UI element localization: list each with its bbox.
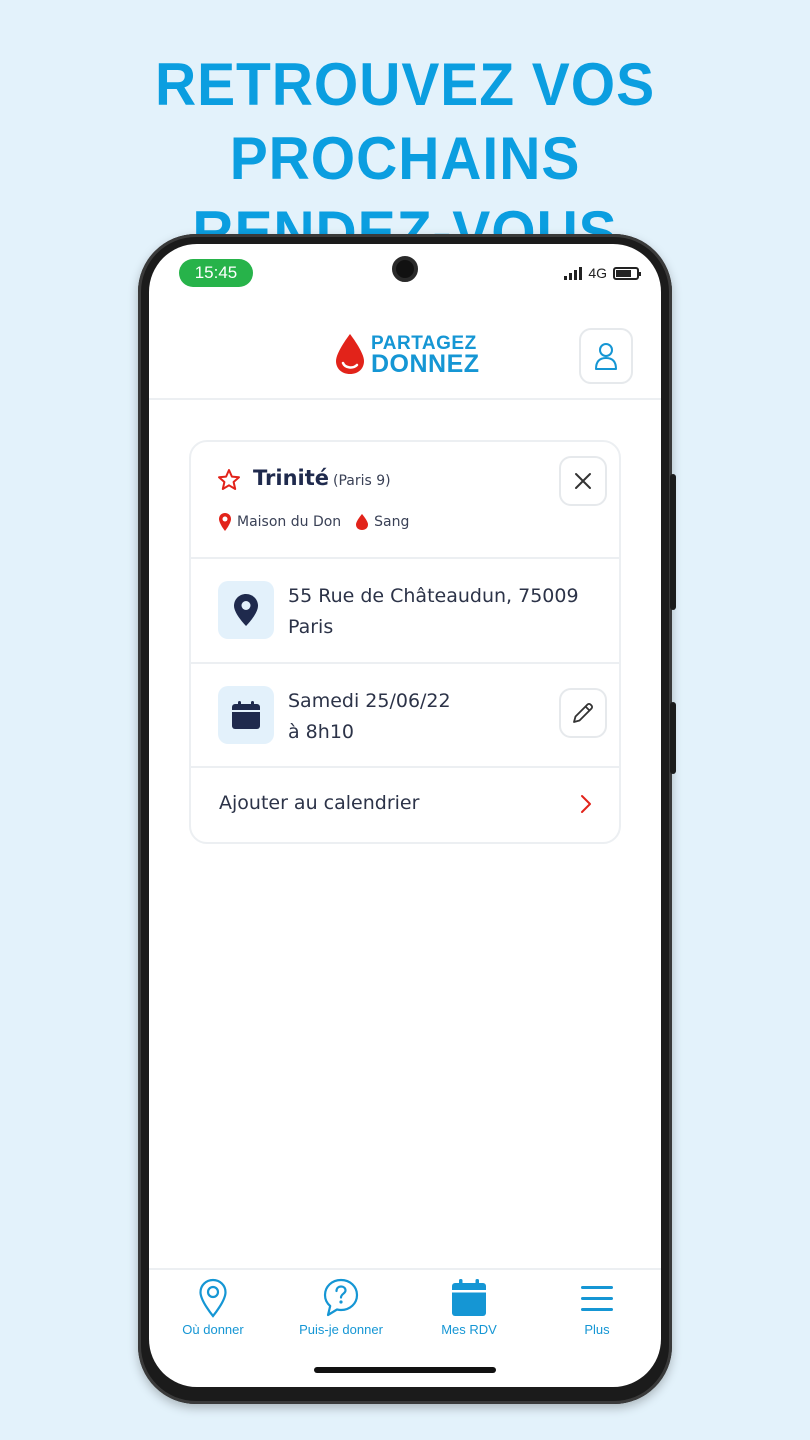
headline-line-1: RETROUVEZ VOS PROCHAINS <box>154 51 656 192</box>
nav-label: Plus <box>584 1322 610 1337</box>
app-header: PARTAGEZ DONNEZ <box>149 310 661 400</box>
date-row: Samedi 25/06/22 à 8h10 <box>191 664 619 768</box>
nav-plus[interactable]: Plus <box>533 1270 661 1368</box>
tag-label: Sang <box>374 514 410 530</box>
nav-ou-donner[interactable]: Où donner <box>149 1270 277 1368</box>
blood-drop-icon <box>356 514 369 530</box>
address-line-1: 55 Rue de Châteaudun, 75009 <box>288 585 579 607</box>
power-button <box>670 702 676 774</box>
phone-screen: 15:45 4G PARTAGEZ DONNEZ Trinité (Paris … <box>149 244 661 1387</box>
network-type: 4G <box>588 265 607 281</box>
nav-label: Puis-je donner <box>299 1322 383 1337</box>
center-tags: Maison du Don Sang <box>218 512 423 532</box>
status-time: 15:45 <box>179 259 253 287</box>
center-name-text: Trinité <box>253 466 330 490</box>
tag-sang: Sang <box>355 513 409 531</box>
close-button[interactable] <box>559 456 607 506</box>
calendar-icon <box>452 1279 486 1316</box>
favorite-star-icon[interactable] <box>217 468 241 492</box>
signal-icon <box>564 266 583 280</box>
nav-label: Mes RDV <box>441 1322 497 1337</box>
date-icon-box <box>218 686 274 744</box>
date-text: Samedi 25/06/22 à 8h10 <box>288 686 588 748</box>
address-text: 55 Rue de Châteaudun, 75009 Paris <box>288 581 588 643</box>
profile-button[interactable] <box>579 328 633 384</box>
phone-frame: 15:45 4G PARTAGEZ DONNEZ Trinité (Paris … <box>138 234 676 1404</box>
status-icons: 4G <box>564 262 641 284</box>
address-line-2: Paris <box>288 616 334 638</box>
address-icon-box <box>218 581 274 639</box>
map-pin-icon <box>219 513 231 531</box>
pencil-icon <box>573 703 593 723</box>
location-icon <box>199 1278 227 1318</box>
bottom-navigation: Où donner Puis-je donner Mes RDV Plus <box>149 1268 661 1368</box>
question-bubble-icon <box>323 1278 359 1317</box>
tag-maison-du-don: Maison du Don <box>218 512 341 532</box>
blood-drop-logo-icon <box>336 334 364 374</box>
user-icon <box>595 343 617 370</box>
center-district: (Paris 9) <box>333 473 391 489</box>
location-pin-icon <box>234 594 258 626</box>
calendar-icon <box>232 701 260 729</box>
add-to-calendar-label: Ajouter au calendrier <box>219 792 420 814</box>
add-to-calendar-row[interactable]: Ajouter au calendrier <box>191 768 619 844</box>
tag-label: Maison du Don <box>237 514 342 530</box>
logo-text-donnez: DONNEZ <box>371 350 480 378</box>
nav-mes-rdv[interactable]: Mes RDV <box>405 1270 533 1368</box>
menu-icon <box>581 1286 613 1311</box>
close-icon <box>575 473 591 489</box>
center-header: Trinité (Paris 9) Maison du Don Sang <box>191 442 619 559</box>
front-camera <box>392 256 418 282</box>
appointment-card: Trinité (Paris 9) Maison du Don Sang 55 … <box>189 440 621 844</box>
home-indicator[interactable] <box>314 1367 496 1373</box>
date-line-1: Samedi 25/06/22 <box>288 690 451 712</box>
battery-icon <box>613 266 641 280</box>
chevron-right-icon <box>581 795 591 813</box>
nav-label: Où donner <box>182 1322 244 1337</box>
address-row: 55 Rue de Châteaudun, 75009 Paris <box>191 559 619 664</box>
volume-button <box>670 474 676 610</box>
date-line-2: à 8h10 <box>288 721 354 743</box>
edit-date-button[interactable] <box>559 688 607 738</box>
app-logo: PARTAGEZ DONNEZ <box>333 332 480 378</box>
center-name: Trinité (Paris 9) <box>253 466 391 490</box>
nav-puis-je-donner[interactable]: Puis-je donner <box>277 1270 405 1368</box>
